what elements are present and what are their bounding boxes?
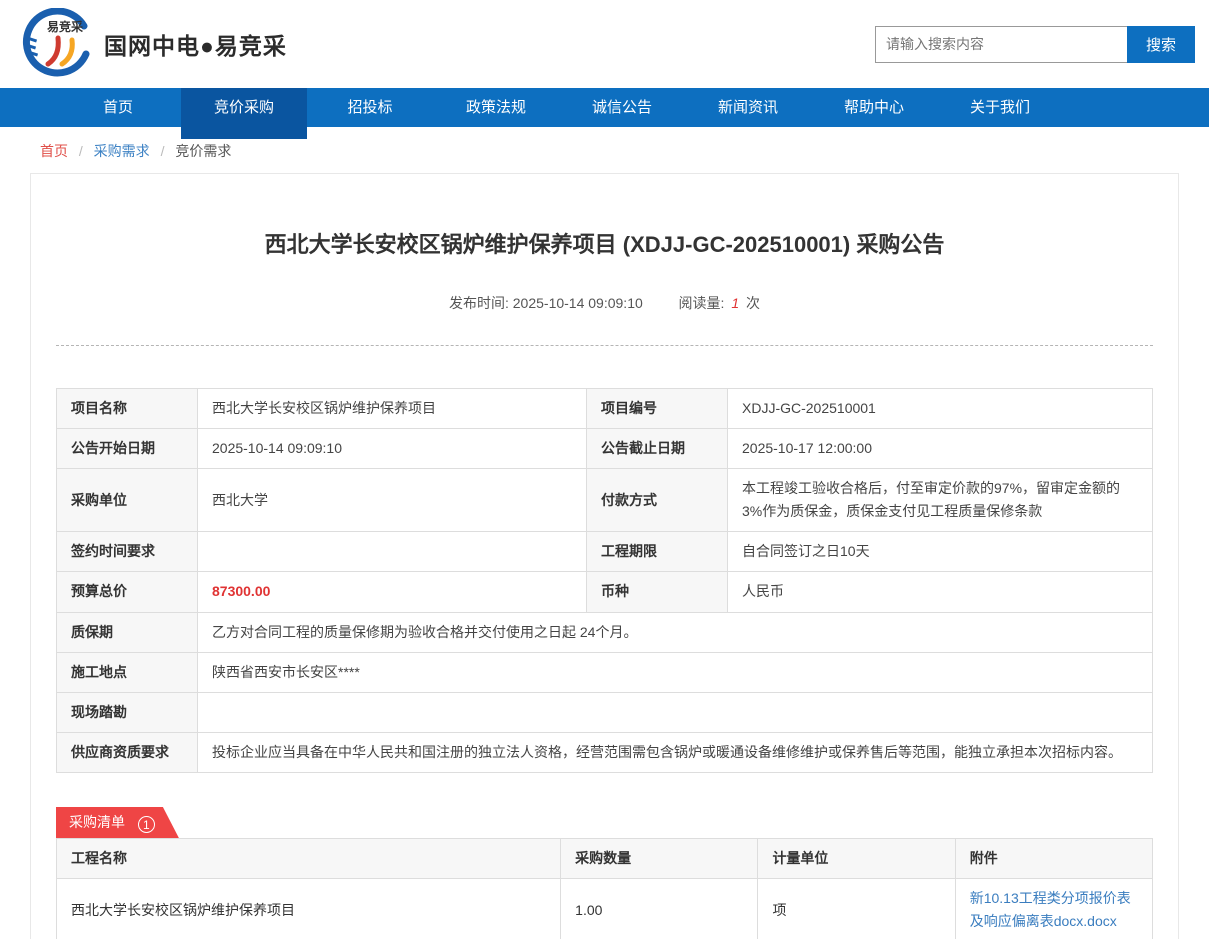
breadcrumb-separator: / — [161, 143, 165, 159]
field-value: 人民币 — [728, 572, 1153, 612]
field-value: XDJJ-GC-202510001 — [728, 389, 1153, 429]
table-row: 预算总价 87300.00 币种 人民币 — [57, 572, 1153, 612]
nav-item-bidding-purchase[interactable]: 竞价采购 — [181, 88, 307, 139]
field-label: 公告截止日期 — [587, 429, 728, 469]
page-header: 易竞采 国网中电●易竞采 搜索 — [0, 0, 1209, 88]
purchase-list-badge-label: 采购清单 — [69, 814, 125, 830]
column-header: 采购数量 — [561, 838, 758, 878]
field-value — [198, 532, 587, 572]
field-value: 投标企业应当具备在中华人民共和国注册的独立法人资格，经营范围需包含锅炉或暖通设备… — [198, 732, 1153, 772]
breadcrumb-current: 竞价需求 — [175, 143, 231, 159]
nav-item-policies[interactable]: 政策法规 — [433, 88, 559, 127]
field-label: 公告开始日期 — [57, 429, 198, 469]
column-header: 附件 — [955, 838, 1152, 878]
page-title: 西北大学长安校区锅炉维护保养项目 (XDJJ-GC-202510001) 采购公… — [56, 227, 1153, 259]
logo-text: 易竞采 — [47, 19, 83, 34]
field-label: 现场踏勘 — [57, 692, 198, 732]
publish-time-value: 2025-10-14 09:09:10 — [513, 295, 643, 311]
field-value: 西北大学长安校区锅炉维护保养项目 — [198, 389, 587, 429]
field-value: 西北大学 — [198, 469, 587, 532]
brand-title: 国网中电●易竞采 — [104, 27, 287, 61]
field-label: 采购单位 — [57, 469, 198, 532]
unit-cell: 项 — [758, 879, 955, 939]
quantity-cell: 1.00 — [561, 879, 758, 939]
field-value — [198, 692, 1153, 732]
nav-item-tendering[interactable]: 招投标 — [307, 88, 433, 127]
project-info-table: 项目名称 西北大学长安校区锅炉维护保养项目 项目编号 XDJJ-GC-20251… — [56, 388, 1153, 773]
column-header: 工程名称 — [57, 838, 561, 878]
field-label: 签约时间要求 — [57, 532, 198, 572]
field-value: 陕西省西安市长安区**** — [198, 652, 1153, 692]
table-row: 现场踏勘 — [57, 692, 1153, 732]
publish-time-label: 发布时间: — [449, 295, 509, 311]
attachment-cell: 新10.13工程类分项报价表及响应偏离表docx.docx — [955, 879, 1152, 939]
attachment-link[interactable]: 新10.13工程类分项报价表及响应偏离表docx.docx — [970, 890, 1131, 929]
purchase-list-table: 工程名称 采购数量 计量单位 附件 西北大学长安校区锅炉维护保养项目 1.00 … — [56, 838, 1153, 939]
brand-logo-icon: 易竞采 — [22, 8, 94, 80]
search-input[interactable] — [875, 26, 1127, 63]
field-value: 自合同签订之日10天 — [728, 532, 1153, 572]
search-box: 搜索 — [875, 26, 1195, 63]
purchase-list-badge: 采购清单 1 — [56, 807, 179, 838]
main-nav: 首页 竞价采购 招投标 政策法规 诚信公告 新闻资讯 帮助中心 关于我们 — [0, 88, 1209, 127]
table-row: 采购单位 西北大学 付款方式 本工程竣工验收合格后，付至审定价款的97%，留审定… — [57, 469, 1153, 532]
nav-item-home[interactable]: 首页 — [55, 88, 181, 127]
table-row: 西北大学长安校区锅炉维护保养项目 1.00 项 新10.13工程类分项报价表及响… — [57, 879, 1153, 939]
article-meta: 发布时间: 2025-10-14 09:09:10 阅读量: 1 次 — [56, 293, 1153, 313]
field-label: 项目名称 — [57, 389, 198, 429]
views-count: 1 — [731, 295, 739, 311]
views-label: 阅读量: — [679, 295, 725, 311]
table-row: 公告开始日期 2025-10-14 09:09:10 公告截止日期 2025-1… — [57, 429, 1153, 469]
breadcrumb-home-link[interactable]: 首页 — [40, 143, 68, 159]
project-name-cell: 西北大学长安校区锅炉维护保养项目 — [57, 879, 561, 939]
breadcrumb-purchase-demand-link[interactable]: 采购需求 — [94, 143, 150, 159]
field-value: 本工程竣工验收合格后，付至审定价款的97%，留审定金额的3%作为质保金，质保金支… — [728, 469, 1153, 532]
budget-total-value: 87300.00 — [198, 572, 587, 612]
nav-item-news[interactable]: 新闻资讯 — [685, 88, 811, 127]
table-row: 质保期 乙方对合同工程的质量保修期为验收合格并交付使用之日起 24个月。 — [57, 612, 1153, 652]
table-row: 签约时间要求 工程期限 自合同签订之日10天 — [57, 532, 1153, 572]
breadcrumb-separator: / — [79, 143, 83, 159]
field-label: 质保期 — [57, 612, 198, 652]
announcement-card: 西北大学长安校区锅炉维护保养项目 (XDJJ-GC-202510001) 采购公… — [30, 173, 1179, 939]
table-row: 项目名称 西北大学长安校区锅炉维护保养项目 项目编号 XDJJ-GC-20251… — [57, 389, 1153, 429]
field-label: 币种 — [587, 572, 728, 612]
field-value: 2025-10-14 09:09:10 — [198, 429, 587, 469]
field-label: 预算总价 — [57, 572, 198, 612]
nav-item-integrity[interactable]: 诚信公告 — [559, 88, 685, 127]
table-row: 施工地点 陕西省西安市长安区**** — [57, 652, 1153, 692]
field-label: 付款方式 — [587, 469, 728, 532]
field-label: 供应商资质要求 — [57, 732, 198, 772]
field-label: 工程期限 — [587, 532, 728, 572]
purchase-list-count-badge: 1 — [138, 816, 155, 833]
nav-item-about[interactable]: 关于我们 — [937, 88, 1063, 127]
nav-item-help[interactable]: 帮助中心 — [811, 88, 937, 127]
table-row: 供应商资质要求 投标企业应当具备在中华人民共和国注册的独立法人资格，经营范围需包… — [57, 732, 1153, 772]
table-header-row: 工程名称 采购数量 计量单位 附件 — [57, 838, 1153, 878]
column-header: 计量单位 — [758, 838, 955, 878]
views-unit: 次 — [746, 295, 760, 311]
field-label: 施工地点 — [57, 652, 198, 692]
field-label: 项目编号 — [587, 389, 728, 429]
field-value: 乙方对合同工程的质量保修期为验收合格并交付使用之日起 24个月。 — [198, 612, 1153, 652]
field-value: 2025-10-17 12:00:00 — [728, 429, 1153, 469]
search-button[interactable]: 搜索 — [1127, 26, 1195, 63]
dashed-divider — [56, 345, 1153, 346]
